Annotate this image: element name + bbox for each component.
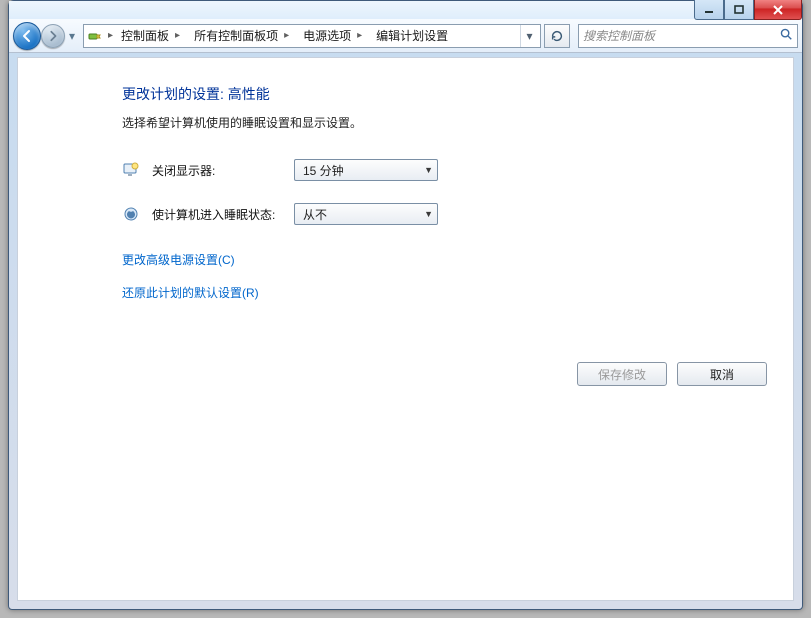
maximize-icon [733, 5, 745, 15]
display-off-label: 关闭显示器: [152, 162, 282, 179]
arrow-right-icon [47, 30, 59, 42]
breadcrumb: ▸ 控制面板▸ 所有控制面板项▸ 电源选项▸ 编辑计划设置 [106, 24, 520, 47]
address-bar[interactable]: ▸ 控制面板▸ 所有控制面板项▸ 电源选项▸ 编辑计划设置 ▾ [83, 24, 541, 48]
window-frame: ▾ ▸ 控制面板▸ 所有控制面板项▸ 电源选项▸ 编辑计划设置 ▾ [8, 0, 803, 610]
chevron-down-icon: ▼ [424, 209, 433, 219]
crumb-power-options[interactable]: 电源选项▸ [295, 24, 368, 47]
maximize-button[interactable] [724, 0, 754, 20]
search-input[interactable] [583, 29, 775, 43]
refresh-icon [550, 29, 564, 43]
advanced-settings-link[interactable]: 更改高级电源设置(C) [122, 251, 793, 268]
setting-row-sleep: 使计算机进入睡眠状态: 从不 ▼ [122, 203, 793, 225]
crumb-all-items[interactable]: 所有控制面板项▸ [186, 24, 295, 47]
close-icon [771, 5, 785, 15]
titlebar [9, 1, 802, 19]
forward-button[interactable] [41, 24, 65, 48]
chevron-right-icon: ▸ [175, 30, 180, 41]
sleep-value: 从不 [303, 206, 327, 223]
display-off-select[interactable]: 15 分钟 ▼ [294, 159, 438, 181]
minimize-button[interactable] [694, 0, 724, 20]
page-subtitle: 选择希望计算机使用的睡眠设置和显示设置。 [122, 114, 793, 131]
address-dropdown[interactable]: ▾ [520, 25, 538, 47]
restore-defaults-link[interactable]: 还原此计划的默认设置(R) [122, 284, 793, 301]
button-row: 保存修改 取消 [577, 362, 767, 386]
save-button[interactable]: 保存修改 [577, 362, 667, 386]
nav-buttons: ▾ [13, 22, 79, 50]
back-button[interactable] [13, 22, 41, 50]
cancel-button[interactable]: 取消 [677, 362, 767, 386]
arrow-left-icon [20, 29, 34, 43]
link-group: 更改高级电源设置(C) 还原此计划的默认设置(R) [122, 251, 793, 301]
sleep-icon [122, 205, 140, 223]
refresh-button[interactable] [544, 24, 570, 48]
nav-history-dropdown[interactable]: ▾ [65, 26, 79, 46]
close-button[interactable] [754, 0, 802, 20]
search-icon[interactable] [779, 27, 793, 44]
setting-row-display: 关闭显示器: 15 分钟 ▼ [122, 159, 793, 181]
chevron-right-icon: ▸ [357, 30, 362, 41]
navbar: ▾ ▸ 控制面板▸ 所有控制面板项▸ 电源选项▸ 编辑计划设置 ▾ [9, 19, 802, 53]
page-title: 更改计划的设置: 高性能 [122, 84, 793, 104]
sleep-select[interactable]: 从不 ▼ [294, 203, 438, 225]
chevron-right-icon: ▸ [284, 30, 289, 41]
window-controls [694, 0, 802, 20]
content-pane: 更改计划的设置: 高性能 选择希望计算机使用的睡眠设置和显示设置。 关闭显示器:… [17, 57, 794, 601]
display-off-value: 15 分钟 [303, 162, 344, 179]
monitor-icon [122, 161, 140, 179]
chevron-down-icon: ▼ [424, 165, 433, 175]
crumb-edit-plan[interactable]: 编辑计划设置 [368, 24, 454, 47]
crumb-control-panel[interactable]: 控制面板▸ [113, 24, 186, 47]
sleep-label: 使计算机进入睡眠状态: [152, 206, 282, 223]
search-box[interactable] [578, 24, 798, 48]
power-plan-icon [86, 27, 104, 45]
minimize-icon [703, 5, 715, 15]
